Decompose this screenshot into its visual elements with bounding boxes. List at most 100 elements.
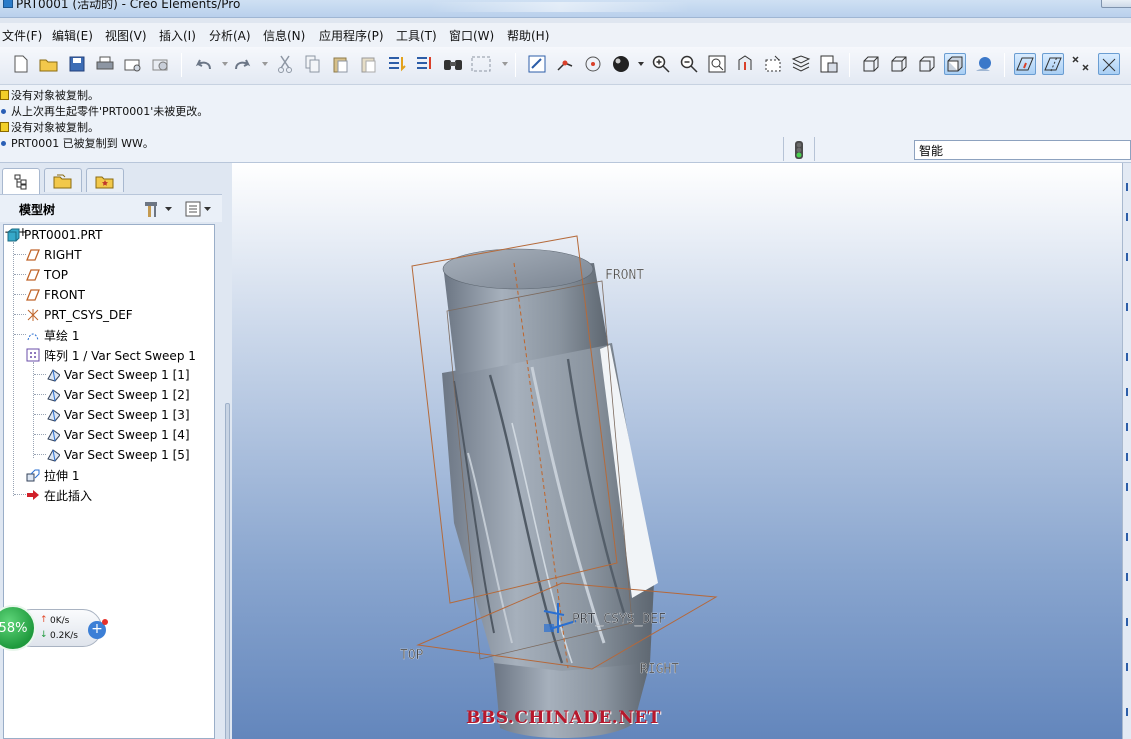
print-icon[interactable] — [94, 53, 116, 75]
save-icon[interactable] — [66, 53, 88, 75]
splitter-grip[interactable] — [225, 403, 230, 739]
graphics-viewport[interactable]: FRONT TOP RIGHT PRT_CSYS_DEF BBS.CHINADE… — [232, 163, 1122, 739]
tree-node-csys[interactable]: PRT_CSYS_DEF — [26, 306, 133, 324]
window-control-button[interactable] — [1101, 0, 1131, 8]
tree-node-part[interactable]: PRT0001.PRT — [6, 226, 102, 244]
tab-folder-browser[interactable] — [44, 168, 82, 192]
open-folder-icon[interactable] — [38, 53, 60, 75]
redo-dropdown-icon[interactable] — [254, 53, 276, 75]
menu-help[interactable]: 帮助(H) — [507, 27, 549, 44]
hole-tool-icon[interactable] — [1126, 533, 1131, 541]
tree-node-sweep-3[interactable]: Var Sect Sweep 1 [3] — [46, 406, 190, 424]
tree-node-right[interactable]: RIGHT — [26, 246, 82, 264]
shading-icon[interactable] — [944, 53, 966, 75]
undo-icon[interactable] — [192, 53, 214, 75]
tab-model-tree[interactable] — [2, 168, 40, 194]
no-hidden-icon[interactable] — [916, 53, 938, 75]
reorient-icon[interactable] — [734, 53, 756, 75]
enhanced-realism-icon[interactable] — [972, 53, 994, 75]
datum-point-tool-icon[interactable] — [1126, 303, 1131, 311]
toolbar-separator — [515, 53, 516, 77]
send-link-icon[interactable] — [150, 53, 172, 75]
menu-insert[interactable]: 插入(I) — [159, 27, 196, 44]
spin-center-icon[interactable] — [554, 53, 576, 75]
regenerate-icon[interactable] — [386, 53, 408, 75]
menu-applications[interactable]: 应用程序(P) — [319, 27, 384, 44]
tree-node-label: PRT0001.PRT — [24, 228, 103, 242]
message-text: 从上次再生起零件'PRT0001'未被更改。 — [11, 105, 209, 118]
tree-node-insert-here[interactable]: 在此插入 — [26, 486, 92, 504]
menu-view[interactable]: 视图(V) — [105, 27, 147, 44]
menu-analysis[interactable]: 分析(A) — [209, 27, 251, 44]
tree-node-sweep-1[interactable]: Var Sect Sweep 1 [1] — [46, 366, 190, 384]
zoom-in-icon[interactable] — [650, 53, 672, 75]
tree-node-extrude[interactable]: 拉伸 1 — [26, 466, 79, 484]
select-box-icon[interactable] — [470, 53, 492, 75]
pattern-tool-icon[interactable] — [1126, 708, 1131, 716]
tab-favorites[interactable] — [86, 168, 124, 192]
tree-node-sweep-5[interactable]: Var Sect Sweep 1 [5] — [46, 446, 190, 464]
tree-node-front[interactable]: FRONT — [26, 286, 85, 304]
revolve-tool-icon[interactable] — [1126, 453, 1131, 461]
select-dropdown-icon[interactable] — [494, 53, 516, 75]
zoom-out-icon[interactable] — [678, 53, 700, 75]
tree-show-button[interactable] — [184, 200, 211, 218]
regeneration-status-icon[interactable] — [794, 140, 804, 163]
csys-display-icon[interactable] — [1098, 53, 1120, 75]
tree-node-sweep-4[interactable]: Var Sect Sweep 1 [4] — [46, 426, 190, 444]
csys-tool-icon[interactable] — [1126, 388, 1131, 396]
sweep-tool-icon[interactable] — [1126, 483, 1131, 491]
send-mail-icon[interactable] — [122, 53, 144, 75]
network-speed-widget[interactable]: 58% ↑ 0K/s ↓ 0.2K/s + — [0, 604, 114, 652]
menu-edit[interactable]: 编辑(E) — [52, 27, 93, 44]
plane-display-icon[interactable] — [1014, 53, 1036, 75]
chamfer-tool-icon[interactable] — [1126, 618, 1131, 626]
datum-curve-tool-icon[interactable] — [1126, 253, 1131, 261]
speed-plus-button[interactable]: + — [88, 619, 108, 639]
saved-views-icon[interactable] — [762, 53, 784, 75]
redo-icon[interactable] — [232, 53, 254, 75]
selection-filter-select[interactable]: 智能 — [914, 140, 1131, 160]
appearance-sphere-icon[interactable] — [610, 53, 632, 75]
axis-display-icon[interactable] — [1042, 53, 1064, 75]
cut-icon[interactable] — [274, 53, 296, 75]
tree-node-pattern[interactable]: 阵列 1 / Var Sect Sweep 1 — [26, 346, 196, 364]
annotation-display-icon[interactable] — [1124, 53, 1131, 75]
paste-icon[interactable] — [330, 53, 352, 75]
regen-manager-icon[interactable] — [414, 53, 436, 75]
layers-icon[interactable] — [790, 53, 812, 75]
tree-guide-line — [14, 294, 26, 295]
repaint-icon[interactable] — [526, 53, 548, 75]
tree-node-sketch[interactable]: 草绘 1 — [26, 326, 79, 344]
draft-tool-icon[interactable] — [1126, 663, 1131, 671]
datum-axis-tool-icon[interactable] — [1126, 213, 1131, 221]
extrude-tool-icon[interactable] — [1126, 423, 1131, 431]
sweep-icon — [46, 408, 60, 422]
tree-node-top[interactable]: TOP — [26, 266, 68, 284]
hidden-line-icon[interactable] — [888, 53, 910, 75]
view-manager-icon[interactable] — [818, 53, 840, 75]
sketch-tool-icon[interactable] — [1126, 353, 1131, 361]
orient-mode-icon[interactable] — [582, 53, 604, 75]
menu-window[interactable]: 窗口(W) — [449, 27, 494, 44]
appearance-dropdown-icon[interactable] — [630, 53, 652, 75]
tree-node-sweep-2[interactable]: Var Sect Sweep 1 [2] — [46, 386, 190, 404]
menu-info[interactable]: 信息(N) — [263, 27, 305, 44]
round-tool-icon[interactable] — [1126, 573, 1131, 581]
find-binoculars-icon[interactable] — [442, 53, 464, 75]
new-file-icon[interactable] — [10, 53, 32, 75]
copy-icon[interactable] — [302, 53, 324, 75]
message-line: 从上次再生起零件'PRT0001'未被更改。 — [0, 103, 208, 119]
panel-splitter[interactable] — [222, 373, 232, 739]
menu-bar: 文件(F) 编辑(E) 视图(V) 插入(I) 分析(A) 信息(N) 应用程序… — [0, 23, 1131, 47]
tree-settings-button[interactable] — [143, 200, 172, 218]
wireframe-icon[interactable] — [860, 53, 882, 75]
point-display-icon[interactable] — [1070, 53, 1092, 75]
tree-node-label: Var Sect Sweep 1 [4] — [64, 428, 190, 442]
paste-special-icon[interactable] — [358, 53, 380, 75]
menu-file[interactable]: 文件(F) — [2, 27, 42, 44]
datum-plane-tool-icon[interactable] — [1126, 183, 1131, 191]
refit-icon[interactable] — [706, 53, 728, 75]
top-cap[interactable] — [442, 248, 594, 290]
menu-tools[interactable]: 工具(T) — [396, 27, 437, 44]
